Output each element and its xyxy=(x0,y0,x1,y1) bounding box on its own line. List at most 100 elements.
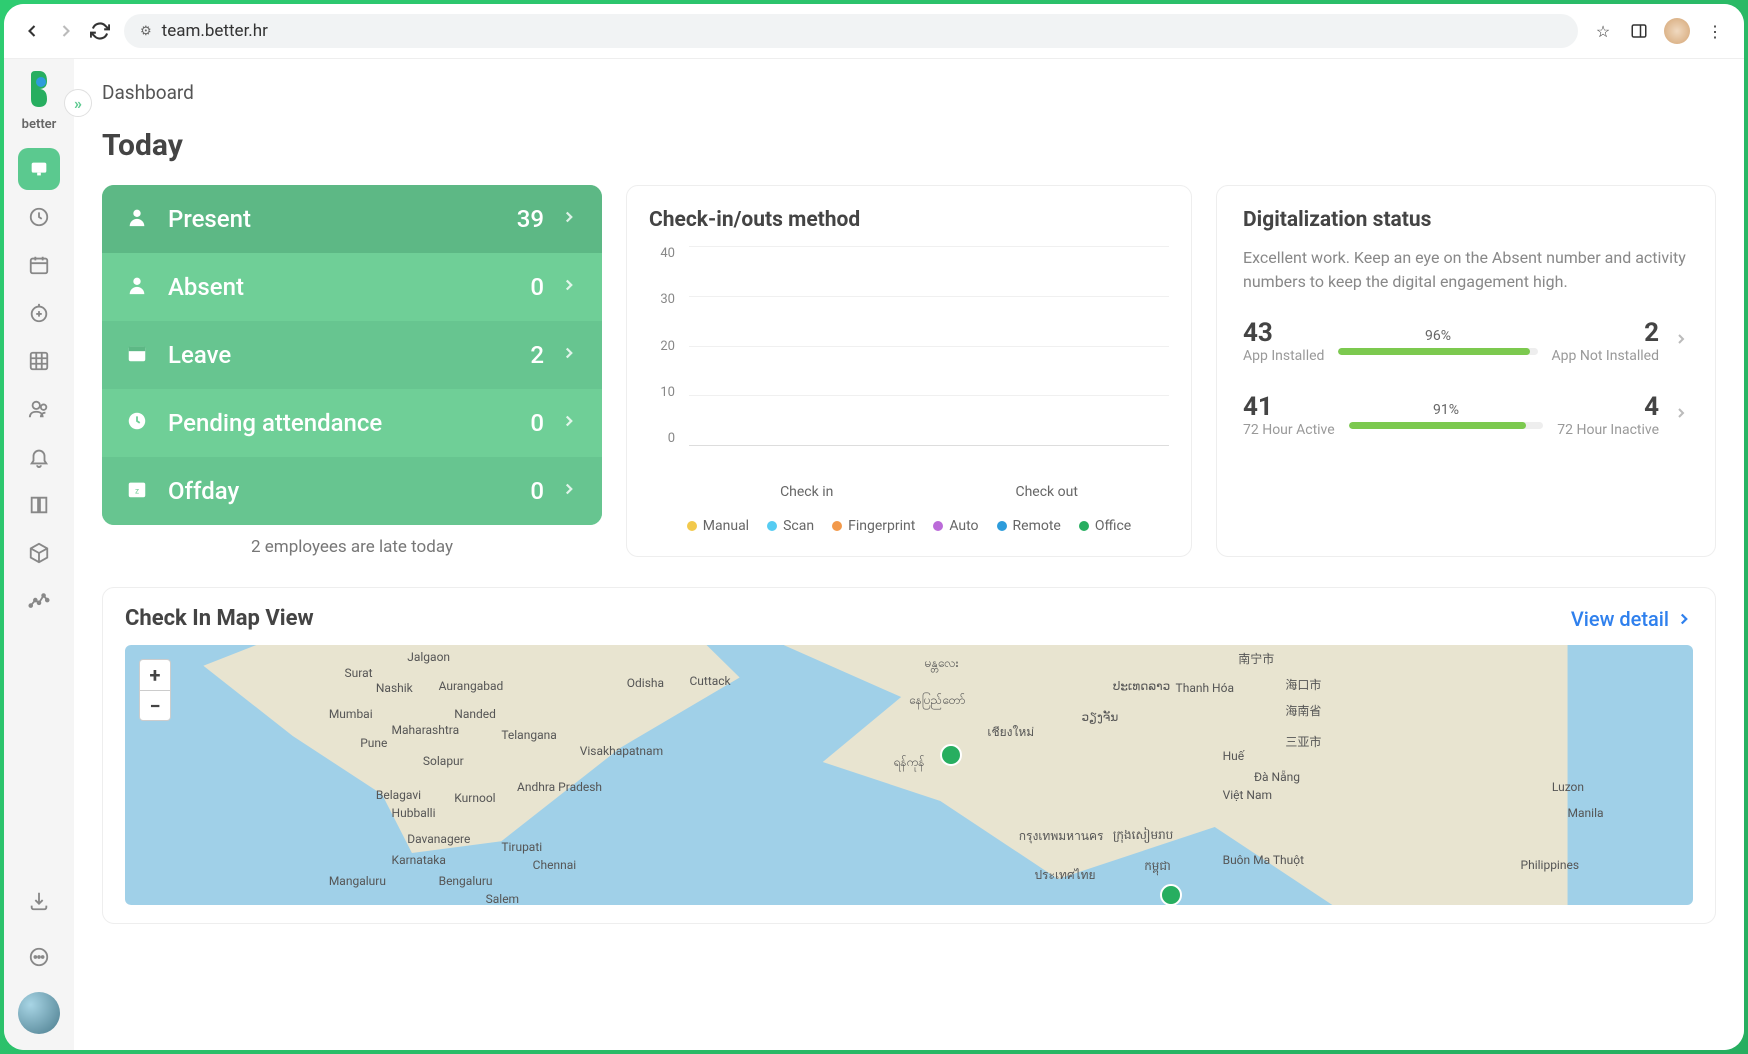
page-title: Today xyxy=(102,128,1716,163)
chevron-right-icon[interactable] xyxy=(1673,331,1689,351)
sidebar-item-notifications[interactable] xyxy=(18,436,60,478)
sidebar-item-dashboard[interactable] xyxy=(18,148,60,190)
sidebar-item-chat[interactable] xyxy=(18,936,60,978)
stat-number: 41 xyxy=(1243,392,1335,422)
sidebar-item-add-time[interactable] xyxy=(18,292,60,334)
chart-card: Check-in/outs method 40 30 20 10 0 xyxy=(626,185,1192,557)
sidebar-item-analytics[interactable] xyxy=(18,580,60,622)
map-zoom-control: + − xyxy=(139,659,171,721)
calendar-icon xyxy=(126,342,154,368)
map-place-label: Aurangabad xyxy=(439,679,504,693)
person-icon xyxy=(126,206,154,232)
stat-number: 2 xyxy=(1552,318,1659,348)
map-pin[interactable] xyxy=(940,744,962,766)
bookmark-icon[interactable]: ☆ xyxy=(1592,20,1614,42)
map-place-label: ວຽງຈັນ xyxy=(1081,710,1118,724)
status-item-pending[interactable]: Pending attendance 0 xyxy=(102,389,602,457)
chevron-right-icon xyxy=(560,480,578,502)
site-settings-icon: ⚙ xyxy=(140,24,152,39)
chevron-right-icon xyxy=(1675,610,1693,628)
status-value: 0 xyxy=(530,273,544,301)
sidebar-item-people[interactable] xyxy=(18,388,60,430)
map-pin[interactable] xyxy=(1160,884,1182,905)
map-place-label: Nanded xyxy=(454,707,496,721)
map-place-label: နေပြည်တော် xyxy=(909,692,965,710)
reload-button[interactable] xyxy=(90,21,110,41)
zoom-out-button[interactable]: − xyxy=(140,690,170,720)
back-button[interactable] xyxy=(22,21,42,41)
status-item-offday[interactable]: z Offday 0 xyxy=(102,457,602,525)
map-place-label: 三亚市 xyxy=(1285,733,1321,750)
stat-row: 43App Installed96%2App Not Installed xyxy=(1243,318,1689,364)
map-place-label: 海口市 xyxy=(1285,676,1321,693)
map-place-label: Kurnool xyxy=(454,791,495,805)
chart-legend: ManualScanFingerprintAutoRemoteOffice xyxy=(649,518,1169,534)
status-item-absent[interactable]: Absent 0 xyxy=(102,253,602,321)
chevron-right-icon[interactable] xyxy=(1673,405,1689,425)
sidebar-item-download[interactable] xyxy=(18,880,60,922)
sidebar-item-grid[interactable] xyxy=(18,340,60,382)
stat-percent: 96% xyxy=(1338,328,1537,344)
map-place-label: កម្ពុជា xyxy=(1144,858,1171,876)
svg-text:z: z xyxy=(135,487,139,497)
map-place-label: Surat xyxy=(345,666,373,680)
map-place-label: 海南省 xyxy=(1285,702,1321,719)
sidebar-item-time[interactable] xyxy=(18,196,60,238)
status-value: 39 xyxy=(517,205,544,233)
status-item-leave[interactable]: Leave 2 xyxy=(102,321,602,389)
status-value: 0 xyxy=(530,477,544,505)
status-item-present[interactable]: Present 39 xyxy=(102,185,602,253)
legend-item: Auto xyxy=(933,518,978,534)
stat-number: 43 xyxy=(1243,318,1324,348)
sidebar-item-book[interactable] xyxy=(18,484,60,526)
map-place-label: Huế xyxy=(1223,749,1245,763)
sidebar: better » xyxy=(4,59,74,1050)
map-place-label: မန္တလေး xyxy=(925,655,959,673)
legend-item: Fingerprint xyxy=(832,518,915,534)
view-detail-link[interactable]: View detail xyxy=(1571,607,1693,631)
map-place-label: ประเทศไทย xyxy=(1034,866,1095,885)
profile-avatar[interactable] xyxy=(1664,18,1690,44)
map-place-label: Bengaluru xyxy=(439,874,493,888)
sidebar-toggle[interactable]: » xyxy=(64,89,92,117)
clock-icon xyxy=(126,410,154,436)
main-content: Dashboard Today Present 39 Absent xyxy=(74,59,1744,1050)
sidebar-item-package[interactable] xyxy=(18,532,60,574)
digitalization-card: Digitalization status Excellent work. Ke… xyxy=(1216,185,1716,557)
map-view[interactable]: SuratJalgaonNashikMumbaiAurangabadMahara… xyxy=(125,645,1693,905)
status-label: Absent xyxy=(168,273,530,301)
chevron-right-icon xyxy=(560,276,578,298)
legend-item: Remote xyxy=(997,518,1061,534)
map-place-label: Việt Nam xyxy=(1223,788,1272,802)
map-place-label: Davanagere xyxy=(407,832,470,846)
menu-icon[interactable]: ⋮ xyxy=(1704,20,1726,42)
map-place-label: Visakhapatnam xyxy=(580,744,663,758)
logo-label: better xyxy=(22,117,57,132)
map-place-label: Solapur xyxy=(423,754,464,768)
url-bar[interactable]: ⚙ team.better.hr xyxy=(124,14,1578,48)
map-place-label: Philippines xyxy=(1521,858,1580,872)
map-place-label: ក្រុងសៀមរាប xyxy=(1113,827,1173,845)
map-place-label: Đà Nẵng xyxy=(1254,770,1300,784)
zoom-in-button[interactable]: + xyxy=(140,660,170,690)
late-note: 2 employees are late today xyxy=(102,525,602,557)
panel-icon[interactable] xyxy=(1628,20,1650,42)
forward-button[interactable] xyxy=(56,21,76,41)
breadcrumb: Dashboard xyxy=(102,81,1716,104)
logo-icon xyxy=(19,69,59,109)
chevron-right-icon xyxy=(560,412,578,434)
stat-label: 72 Hour Inactive xyxy=(1557,422,1659,438)
map-place-label: Buôn Ma Thuột xyxy=(1223,853,1304,867)
sidebar-item-calendar[interactable] xyxy=(18,244,60,286)
chart-title: Check-in/outs method xyxy=(649,208,1169,232)
map-place-label: เชียงใหม่ xyxy=(987,723,1034,742)
map-place-label: ရန်ကုန် xyxy=(893,754,924,772)
digit-title: Digitalization status xyxy=(1243,208,1689,232)
user-avatar[interactable] xyxy=(18,992,60,1034)
digit-desc: Excellent work. Keep an eye on the Absen… xyxy=(1243,246,1689,294)
stat-number: 4 xyxy=(1557,392,1659,422)
stat-label: 72 Hour Active xyxy=(1243,422,1335,438)
status-label: Offday xyxy=(168,477,530,505)
chevron-right-icon xyxy=(560,344,578,366)
map-place-label: Thanh Hóa xyxy=(1176,681,1234,695)
